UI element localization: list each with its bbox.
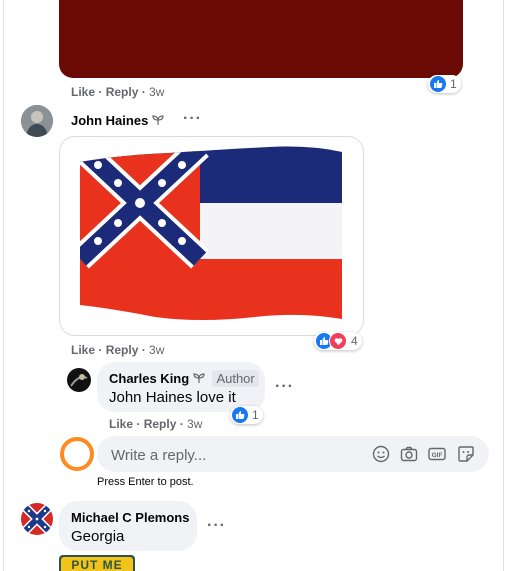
- sticker-image[interactable]: PUT ME: [59, 555, 135, 571]
- svg-text:GIF: GIF: [432, 452, 443, 459]
- reply-body: love it: [192, 389, 236, 406]
- like-link[interactable]: Like: [71, 85, 95, 99]
- more-options-icon[interactable]: ···: [207, 517, 226, 535]
- comment-gif[interactable]: [59, 136, 364, 336]
- more-options-icon[interactable]: ···: [183, 110, 202, 128]
- comment-actions: Like · Reply · 3w: [71, 343, 165, 357]
- emoji-icon[interactable]: [372, 445, 390, 463]
- sticker-icon[interactable]: [457, 445, 475, 463]
- panel-left-border: [3, 0, 4, 571]
- reply-link[interactable]: Reply: [106, 85, 139, 99]
- gif-icon[interactable]: GIF: [428, 445, 446, 463]
- comment-author[interactable]: John Haines: [71, 113, 164, 129]
- seedling-icon: [193, 372, 205, 387]
- comment-author[interactable]: Michael C Plemons: [71, 510, 189, 525]
- like-reaction-icon: [430, 76, 446, 92]
- reaction-summary[interactable]: 1: [428, 75, 461, 93]
- avatar[interactable]: [67, 368, 91, 392]
- like-link[interactable]: Like: [109, 417, 133, 431]
- seedling-icon: [152, 114, 164, 129]
- reply-input[interactable]: [109, 436, 363, 474]
- current-user-avatar[interactable]: [60, 437, 94, 471]
- comment-actions: Like · Reply · 3w: [71, 85, 165, 99]
- reply-composer: GIF: [97, 436, 489, 474]
- timestamp[interactable]: 3w: [149, 85, 164, 99]
- comment-text: Georgia: [71, 528, 125, 545]
- reply-bubble: Charles King Author John Haines love it: [97, 362, 265, 412]
- author-badge: Author: [212, 370, 259, 387]
- timestamp[interactable]: 3w: [187, 417, 202, 431]
- avatar[interactable]: [21, 503, 53, 535]
- like-reaction-icon: [232, 407, 248, 423]
- reply-link[interactable]: Reply: [144, 417, 177, 431]
- reaction-count: 1: [450, 77, 457, 91]
- reply-link[interactable]: Reply: [106, 343, 139, 357]
- reply-text: John Haines love it: [109, 389, 236, 406]
- avatar[interactable]: [21, 105, 53, 137]
- comment-image[interactable]: [59, 0, 463, 78]
- comment-author[interactable]: Charles King Author: [109, 370, 259, 387]
- love-reaction-icon: [329, 332, 347, 350]
- camera-icon[interactable]: [400, 445, 418, 463]
- timestamp[interactable]: 3w: [149, 343, 164, 357]
- like-link[interactable]: Like: [71, 343, 95, 357]
- comment-actions: Like · Reply · 3w: [109, 417, 203, 431]
- panel-right-border: [503, 0, 504, 571]
- reaction-count: 4: [351, 334, 358, 348]
- sticker-text: PUT ME: [71, 558, 123, 571]
- more-options-icon[interactable]: ···: [275, 378, 294, 396]
- comment-bubble: Michael C Plemons Georgia: [59, 501, 197, 551]
- reaction-count: 1: [252, 408, 259, 422]
- reaction-summary[interactable]: 1: [230, 406, 263, 424]
- post-hint: Press Enter to post.: [97, 476, 194, 488]
- reaction-summary[interactable]: 4: [314, 332, 362, 350]
- mention-link[interactable]: John Haines: [109, 389, 192, 406]
